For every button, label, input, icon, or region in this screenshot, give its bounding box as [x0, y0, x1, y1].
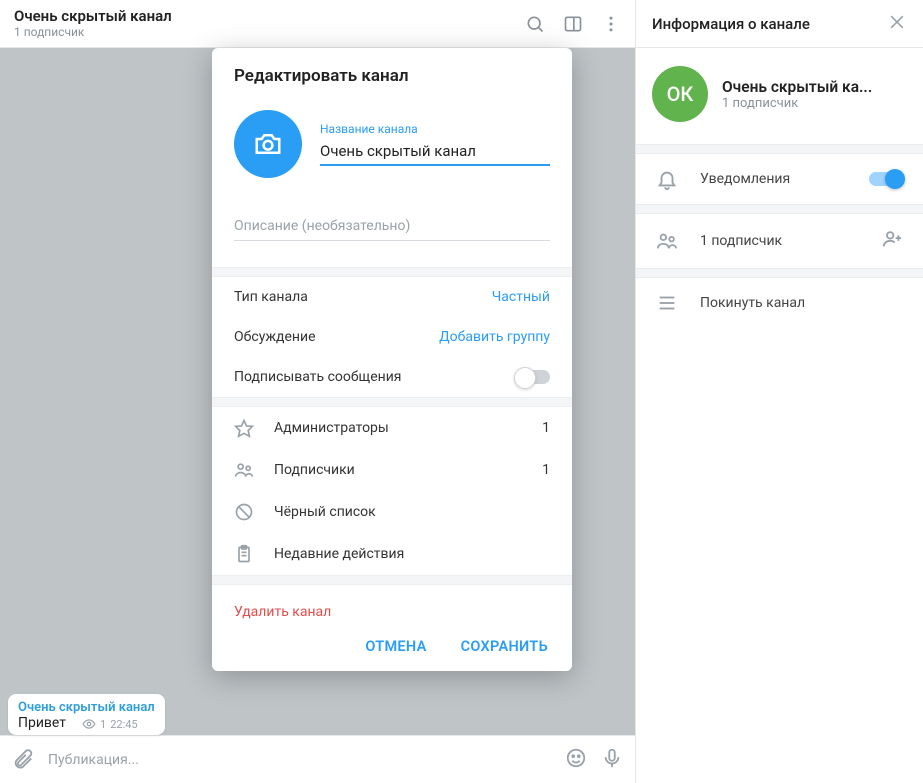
- channel-type-value[interactable]: Частный: [492, 289, 550, 305]
- save-button[interactable]: СОХРАНИТЬ: [461, 638, 548, 655]
- message-text: Привет: [18, 715, 66, 731]
- emoji-icon[interactable]: [565, 747, 587, 773]
- compose-input[interactable]: [48, 752, 551, 768]
- delete-channel-link[interactable]: Удалить канал: [234, 604, 331, 620]
- camera-icon: [253, 129, 283, 159]
- description-input[interactable]: [234, 212, 550, 241]
- sign-messages-label: Подписывать сообщения: [234, 369, 516, 385]
- divider: [212, 575, 572, 585]
- discussion-value[interactable]: Добавить группу: [439, 329, 550, 345]
- chat-subtitle: 1 подписчик: [14, 25, 525, 39]
- administrators-row[interactable]: Администраторы 1: [212, 407, 572, 449]
- avatar[interactable]: ОК: [652, 66, 708, 122]
- sign-messages-toggle[interactable]: [516, 370, 550, 384]
- star-icon: [234, 418, 254, 438]
- add-user-icon[interactable]: [881, 228, 903, 254]
- channel-name-input[interactable]: [320, 138, 550, 166]
- modal-title: Редактировать канал: [212, 48, 572, 92]
- discussion-row[interactable]: Обсуждение Добавить группу: [212, 317, 572, 357]
- notifications-toggle[interactable]: [869, 172, 903, 186]
- panel-toggle-icon[interactable]: [563, 14, 583, 34]
- subscribers-label: 1 подписчик: [700, 233, 859, 249]
- divider: [212, 397, 572, 407]
- leave-row[interactable]: Покинуть канал: [636, 278, 923, 328]
- info-channel-subtitle: 1 подписчик: [722, 96, 872, 111]
- cancel-button[interactable]: ОТМЕНА: [365, 638, 426, 655]
- voice-icon[interactable]: [601, 747, 623, 773]
- notifications-row[interactable]: Уведомления: [636, 154, 923, 204]
- attach-icon[interactable]: [12, 747, 34, 773]
- divider: [636, 268, 923, 278]
- name-field-label: Название канала: [320, 122, 550, 136]
- subscribers-label-modal: Подписчики: [274, 462, 522, 478]
- notifications-label: Уведомления: [700, 171, 847, 187]
- divider: [212, 267, 572, 277]
- chat-header: Очень скрытый канал 1 подписчик: [0, 0, 635, 48]
- bell-icon: [656, 168, 678, 190]
- edit-channel-modal: Редактировать канал Название канала Тип …: [212, 48, 572, 671]
- subscribers-row-modal[interactable]: Подписчики 1: [212, 449, 572, 491]
- clipboard-icon: [234, 544, 254, 564]
- message-views: 1: [100, 718, 106, 731]
- sign-messages-row: Подписывать сообщения: [212, 357, 572, 397]
- recent-actions-label: Недавние действия: [274, 546, 550, 562]
- blacklist-row[interactable]: Чёрный список: [212, 491, 572, 533]
- leave-label: Покинуть канал: [700, 295, 903, 311]
- info-header: Информация о канале: [636, 0, 923, 48]
- divider: [636, 144, 923, 154]
- info-channel-name: Очень скрытый ка...: [722, 78, 872, 96]
- info-title: Информация о канале: [652, 15, 887, 33]
- message-bubble[interactable]: Очень скрытый канал Привет 1 22:45: [8, 694, 165, 735]
- info-profile[interactable]: ОК Очень скрытый ка... 1 подписчик: [636, 48, 923, 144]
- channel-photo-button[interactable]: [234, 110, 302, 178]
- views-icon: [82, 717, 96, 731]
- discussion-label: Обсуждение: [234, 329, 439, 345]
- subscribers-count-modal: 1: [542, 462, 550, 478]
- blacklist-label: Чёрный список: [274, 504, 550, 520]
- search-icon[interactable]: [525, 14, 545, 34]
- message-sender: Очень скрытый канал: [18, 700, 155, 715]
- people-icon: [234, 460, 254, 480]
- subscribers-row[interactable]: 1 подписчик: [636, 214, 923, 268]
- administrators-count: 1: [542, 420, 550, 436]
- leave-icon: [656, 292, 678, 314]
- divider: [636, 204, 923, 214]
- close-icon[interactable]: [887, 12, 907, 36]
- block-icon: [234, 502, 254, 522]
- chat-title[interactable]: Очень скрытый канал: [14, 8, 525, 25]
- recent-actions-row[interactable]: Недавние действия: [212, 533, 572, 575]
- people-icon: [656, 230, 678, 252]
- administrators-label: Администраторы: [274, 420, 522, 436]
- message-time: 22:45: [110, 718, 137, 731]
- compose-bar: [0, 735, 635, 783]
- channel-type-row[interactable]: Тип канала Частный: [212, 277, 572, 317]
- more-icon[interactable]: [601, 14, 621, 34]
- channel-type-label: Тип канала: [234, 289, 492, 305]
